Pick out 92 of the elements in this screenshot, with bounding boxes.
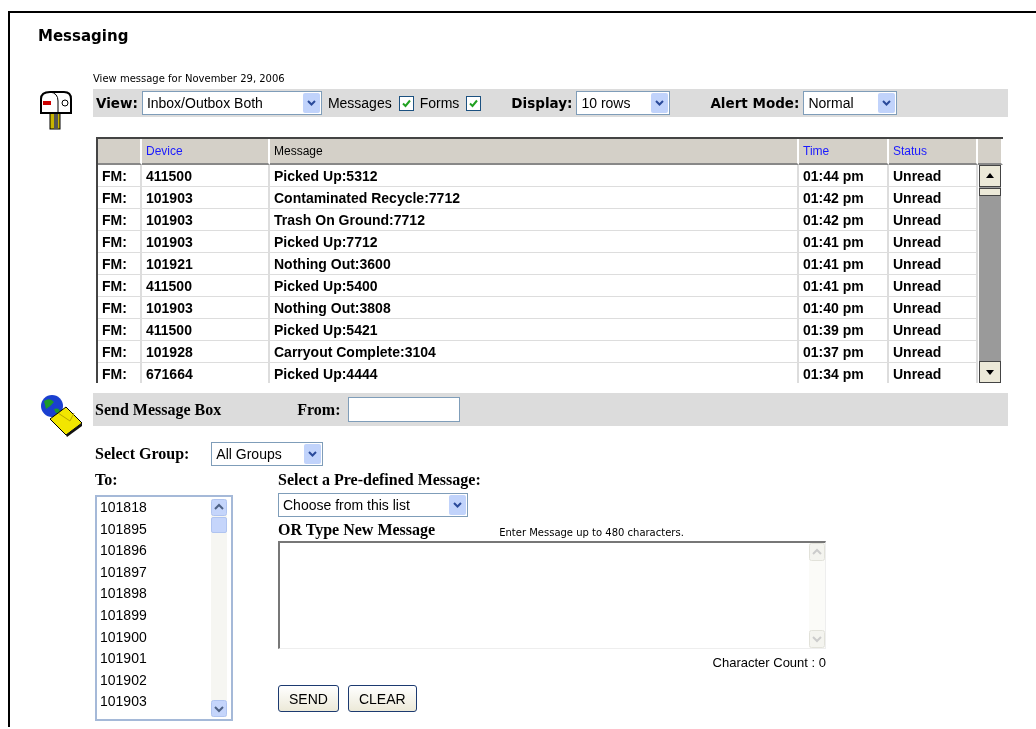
table-cell: FM:: [98, 275, 142, 296]
table-cell: 411500: [142, 319, 270, 340]
table-cell: 101928: [142, 341, 270, 362]
table-cell: FM:: [98, 231, 142, 252]
page-title: Messaging: [38, 27, 130, 47]
recipient-item[interactable]: 101900: [100, 628, 211, 651]
table-cell: 101903: [142, 231, 270, 252]
table-cell: Picked Up:4444: [270, 363, 799, 383]
table-cell: 01:41 pm: [799, 253, 889, 274]
table-cell: 01:40 pm: [799, 297, 889, 318]
character-count: Character Count : 0: [712, 655, 826, 670]
recipient-item[interactable]: 101903: [100, 693, 211, 715]
view-label: View:: [96, 95, 138, 111]
checkbox[interactable]: [466, 95, 482, 111]
table-cell: 411500: [142, 275, 270, 296]
recipient-item[interactable]: 101898: [100, 585, 211, 607]
recipient-item[interactable]: 101901: [100, 650, 211, 672]
caret-icon: [878, 93, 896, 113]
table-cell: Carryout Complete:3104: [270, 341, 799, 362]
table-cell: 01:42 pm: [799, 209, 889, 230]
new-message-label: OR Type New Message: [278, 521, 436, 539]
table-cell: FM:: [98, 209, 142, 230]
from-label: From:: [297, 400, 341, 419]
table-cell: 101903: [142, 209, 270, 230]
predefined-dropdown[interactable]: Choose from this list: [278, 493, 468, 517]
alert-mode-dropdown[interactable]: Normal: [803, 91, 898, 115]
column-header[interactable]: Message: [270, 139, 799, 165]
header-cell: [98, 139, 142, 165]
to-label: To:: [95, 471, 119, 489]
display-dropdown[interactable]: 10 rows: [576, 91, 671, 115]
table-cell: 101921: [142, 253, 270, 274]
table-cell: 01:39 pm: [799, 319, 889, 340]
scroll-down-icon[interactable]: [979, 361, 1001, 383]
table-cell: FM:: [98, 363, 142, 383]
table-cell: 101903: [142, 297, 270, 318]
action-button[interactable]: CLEAR: [347, 685, 417, 712]
scrollbar[interactable]: [979, 165, 1001, 383]
table-cell: Contaminated Recycle:7712: [270, 187, 799, 208]
table-cell: 01:41 pm: [799, 275, 889, 296]
table-cell: FM:: [98, 165, 142, 186]
table-cell: 01:37 pm: [799, 341, 889, 362]
table-cell: 671664: [142, 363, 270, 383]
hint-text: Enter Message up to 480 characters.: [499, 527, 684, 539]
recipient-item[interactable]: 101818: [100, 499, 211, 521]
send-box-title: Send Message Box: [95, 400, 222, 419]
filter-label: Forms: [419, 95, 460, 111]
recipient-item[interactable]: 101896: [100, 542, 211, 564]
table-cell: Picked Up:7712: [270, 231, 799, 252]
table-cell: FM:: [98, 297, 142, 318]
table-cell: FM:: [98, 187, 142, 208]
table-cell: 01:44 pm: [799, 165, 889, 186]
table-cell: Picked Up:5400: [270, 275, 799, 296]
table-cell: 01:42 pm: [799, 187, 889, 208]
group-dropdown[interactable]: All Groups: [211, 442, 324, 466]
recipient-item[interactable]: 101899: [100, 606, 211, 629]
table-cell: 01:41 pm: [799, 231, 889, 252]
table-cell: Picked Up:5421: [270, 319, 799, 340]
action-button[interactable]: SEND: [278, 685, 339, 712]
group-label: Select Group:: [95, 445, 190, 463]
view-dropdown[interactable]: Inbox/Outbox Both: [141, 91, 322, 115]
from-field[interactable]: [348, 397, 461, 422]
table-cell: Trash On Ground:7712: [270, 209, 799, 230]
mailbox-icon: [38, 89, 74, 131]
table-cell: FM:: [98, 253, 142, 274]
table-cell: 101903: [142, 187, 270, 208]
column-header[interactable]: Time: [799, 139, 889, 165]
recipient-item[interactable]: 101895: [100, 520, 211, 543]
column-header[interactable]: Status: [889, 139, 978, 165]
table-cell: Nothing Out:3808: [270, 297, 799, 318]
table-cell: 01:34 pm: [799, 363, 889, 383]
table-cell: FM:: [98, 319, 142, 340]
scroll-up-icon[interactable]: [979, 165, 1001, 187]
scroll-thumb[interactable]: [979, 188, 1001, 196]
table-cell: FM:: [98, 341, 142, 362]
globe-envelope-icon: [38, 393, 82, 437]
display-label: Display:: [511, 95, 573, 111]
table-cell: Picked Up:5312: [270, 165, 799, 186]
column-header[interactable]: Device: [142, 139, 270, 165]
caret-icon: [302, 93, 320, 113]
recipient-list[interactable]: 101818 101895 101896 101897 101898 101899 101900 101901 101902 101903: [95, 495, 233, 721]
predefined-label: Select a Pre-defined Message:: [278, 471, 482, 489]
table-cell: 411500: [142, 165, 270, 186]
recipient-item[interactable]: 101902: [100, 671, 211, 694]
checkbox[interactable]: [398, 95, 414, 111]
caret-icon: [449, 495, 466, 515]
table-cell: Nothing Out:3600: [270, 253, 799, 274]
date-caption: View message for November 29, 2006: [93, 73, 286, 86]
caret-icon: [651, 93, 669, 113]
alert-mode-label: Alert Mode:: [710, 95, 800, 111]
recipient-item[interactable]: 101897: [100, 563, 211, 586]
filter-label: Messages: [327, 95, 392, 111]
caret-icon: [304, 444, 322, 464]
